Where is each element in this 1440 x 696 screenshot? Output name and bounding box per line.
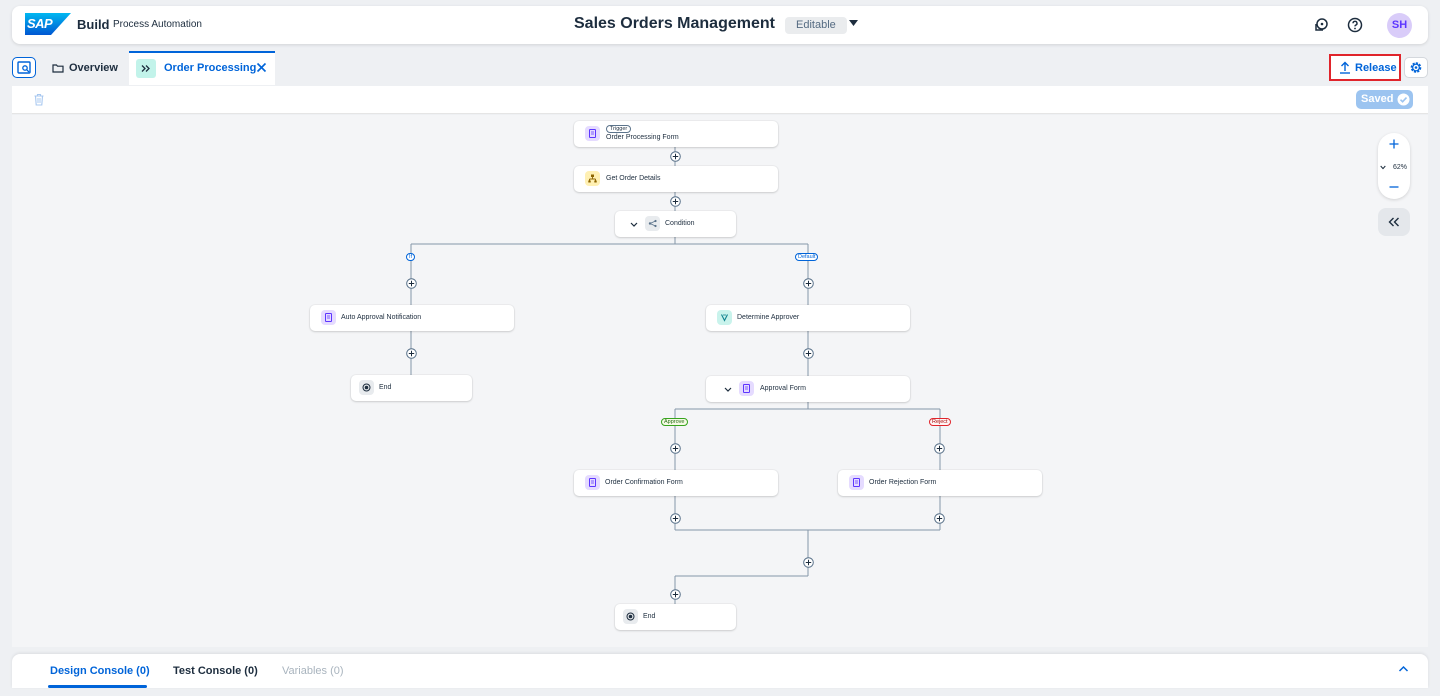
release-label: Release: [1355, 62, 1397, 74]
toggle-navigator-button[interactable]: [12, 57, 36, 78]
help-icon[interactable]: [1346, 16, 1364, 34]
end-icon: [623, 609, 638, 624]
add-step-icon[interactable]: [670, 589, 681, 600]
zoom-out-icon[interactable]: [1388, 181, 1400, 193]
close-icon[interactable]: [256, 62, 267, 73]
tab-variables[interactable]: Variables (0): [282, 665, 344, 677]
action-icon: [585, 171, 600, 186]
form-icon: [849, 475, 864, 490]
add-step-icon[interactable]: [803, 557, 814, 568]
saved-button[interactable]: Saved: [1356, 90, 1413, 109]
branch-label-default[interactable]: Default: [795, 253, 819, 261]
chevron-down-icon[interactable]: [724, 387, 732, 393]
form-icon: [739, 381, 754, 396]
folder-icon: [52, 64, 64, 73]
trigger-tag: Trigger: [606, 125, 632, 133]
product-subname: Process Automation: [113, 19, 202, 30]
tab-test-console[interactable]: Test Console (0): [173, 665, 258, 677]
collapse-panel-button[interactable]: [1378, 208, 1410, 236]
add-step-icon[interactable]: [406, 278, 417, 289]
release-button[interactable]: Release: [1329, 54, 1401, 81]
tab-overview[interactable]: Overview: [40, 51, 127, 85]
form-icon: [585, 126, 600, 141]
add-step-icon[interactable]: [406, 348, 417, 359]
action-node-get-order-details[interactable]: Get Order Details: [574, 166, 778, 192]
tab-design-console[interactable]: Design Console (0): [50, 665, 150, 677]
chevron-up-icon[interactable]: [1398, 665, 1409, 673]
form-node-order-confirmation[interactable]: Order Confirmation Form: [574, 470, 778, 496]
node-label: End: [643, 613, 656, 620]
status-badge[interactable]: Editable: [785, 17, 847, 34]
form-icon: [321, 310, 336, 325]
add-step-icon[interactable]: [934, 443, 945, 454]
gear-icon: [1410, 62, 1422, 73]
add-step-icon[interactable]: [670, 196, 681, 207]
tab-order-processing-label: Order Processing: [164, 62, 257, 74]
avatar[interactable]: SH: [1387, 13, 1412, 38]
page-title: Sales Orders Management: [574, 15, 775, 32]
settings-button[interactable]: [1404, 57, 1428, 78]
node-label: Determine Approver: [737, 314, 800, 321]
form-icon: [585, 475, 600, 490]
node-label: Auto Approval Notification: [341, 314, 422, 321]
zoom-controls: 62%: [1378, 133, 1410, 199]
add-step-icon[interactable]: [803, 348, 814, 359]
chevron-down-icon[interactable]: [849, 19, 858, 27]
branch-label-if[interactable]: If: [406, 253, 416, 261]
node-label: Order Confirmation Form: [605, 479, 683, 486]
zoom-in-icon[interactable]: [1388, 138, 1400, 150]
chevron-down-icon[interactable]: [630, 222, 638, 228]
end-node-final[interactable]: End: [615, 604, 736, 630]
check-circle-icon: [1397, 93, 1410, 106]
add-step-icon[interactable]: [803, 278, 814, 289]
bottom-console: Design Console (0) Test Console (0) Vari…: [12, 654, 1428, 688]
product-name: Build: [77, 17, 110, 32]
tab-overview-label: Overview: [69, 62, 118, 74]
node-label: Get Order Details: [606, 175, 661, 182]
add-step-icon[interactable]: [670, 513, 681, 524]
zoom-level[interactable]: 62%: [1393, 164, 1407, 171]
tab-order-processing[interactable]: Order Processing: [129, 51, 275, 85]
shell-bar: SAP Build Process Automation Sales Order…: [12, 6, 1428, 44]
node-label: Approval Form: [760, 385, 806, 392]
add-step-icon[interactable]: [934, 513, 945, 524]
upload-icon: [1340, 61, 1350, 74]
end-icon: [359, 380, 374, 395]
decision-icon: [717, 310, 732, 325]
active-tab-indicator: [48, 685, 147, 688]
process-icon: [136, 59, 156, 78]
chevron-down-icon[interactable]: [1380, 165, 1386, 170]
branch-label-approve[interactable]: Approve: [661, 418, 688, 426]
end-node-left[interactable]: End: [351, 375, 472, 401]
branch-label-reject[interactable]: Reject: [929, 418, 951, 426]
form-node-auto-approval-notification[interactable]: Auto Approval Notification: [310, 305, 514, 331]
node-label: Condition: [665, 220, 695, 227]
node-label: Order Processing Form: [606, 134, 679, 141]
delete-icon[interactable]: [33, 93, 45, 106]
editor-toolbar: [12, 86, 1428, 114]
approval-form-node[interactable]: Approval Form: [706, 376, 910, 402]
feedback-icon[interactable]: [1312, 16, 1330, 34]
condition-node[interactable]: Condition: [615, 211, 736, 237]
node-label: Order Rejection Form: [869, 479, 937, 486]
form-node-order-rejection[interactable]: Order Rejection Form: [838, 470, 1042, 496]
add-step-icon[interactable]: [670, 151, 681, 162]
saved-label: Saved: [1361, 93, 1394, 105]
sap-logo-text: SAP: [27, 16, 53, 31]
panel-search-icon: [17, 61, 31, 74]
trigger-node[interactable]: Trigger Order Processing Form: [574, 121, 778, 147]
double-chevron-left-icon: [1388, 217, 1399, 227]
decision-node-determine-approver[interactable]: Determine Approver: [706, 305, 910, 331]
add-step-icon[interactable]: [670, 443, 681, 454]
node-label: End: [379, 384, 392, 391]
branch-icon: [645, 216, 660, 231]
